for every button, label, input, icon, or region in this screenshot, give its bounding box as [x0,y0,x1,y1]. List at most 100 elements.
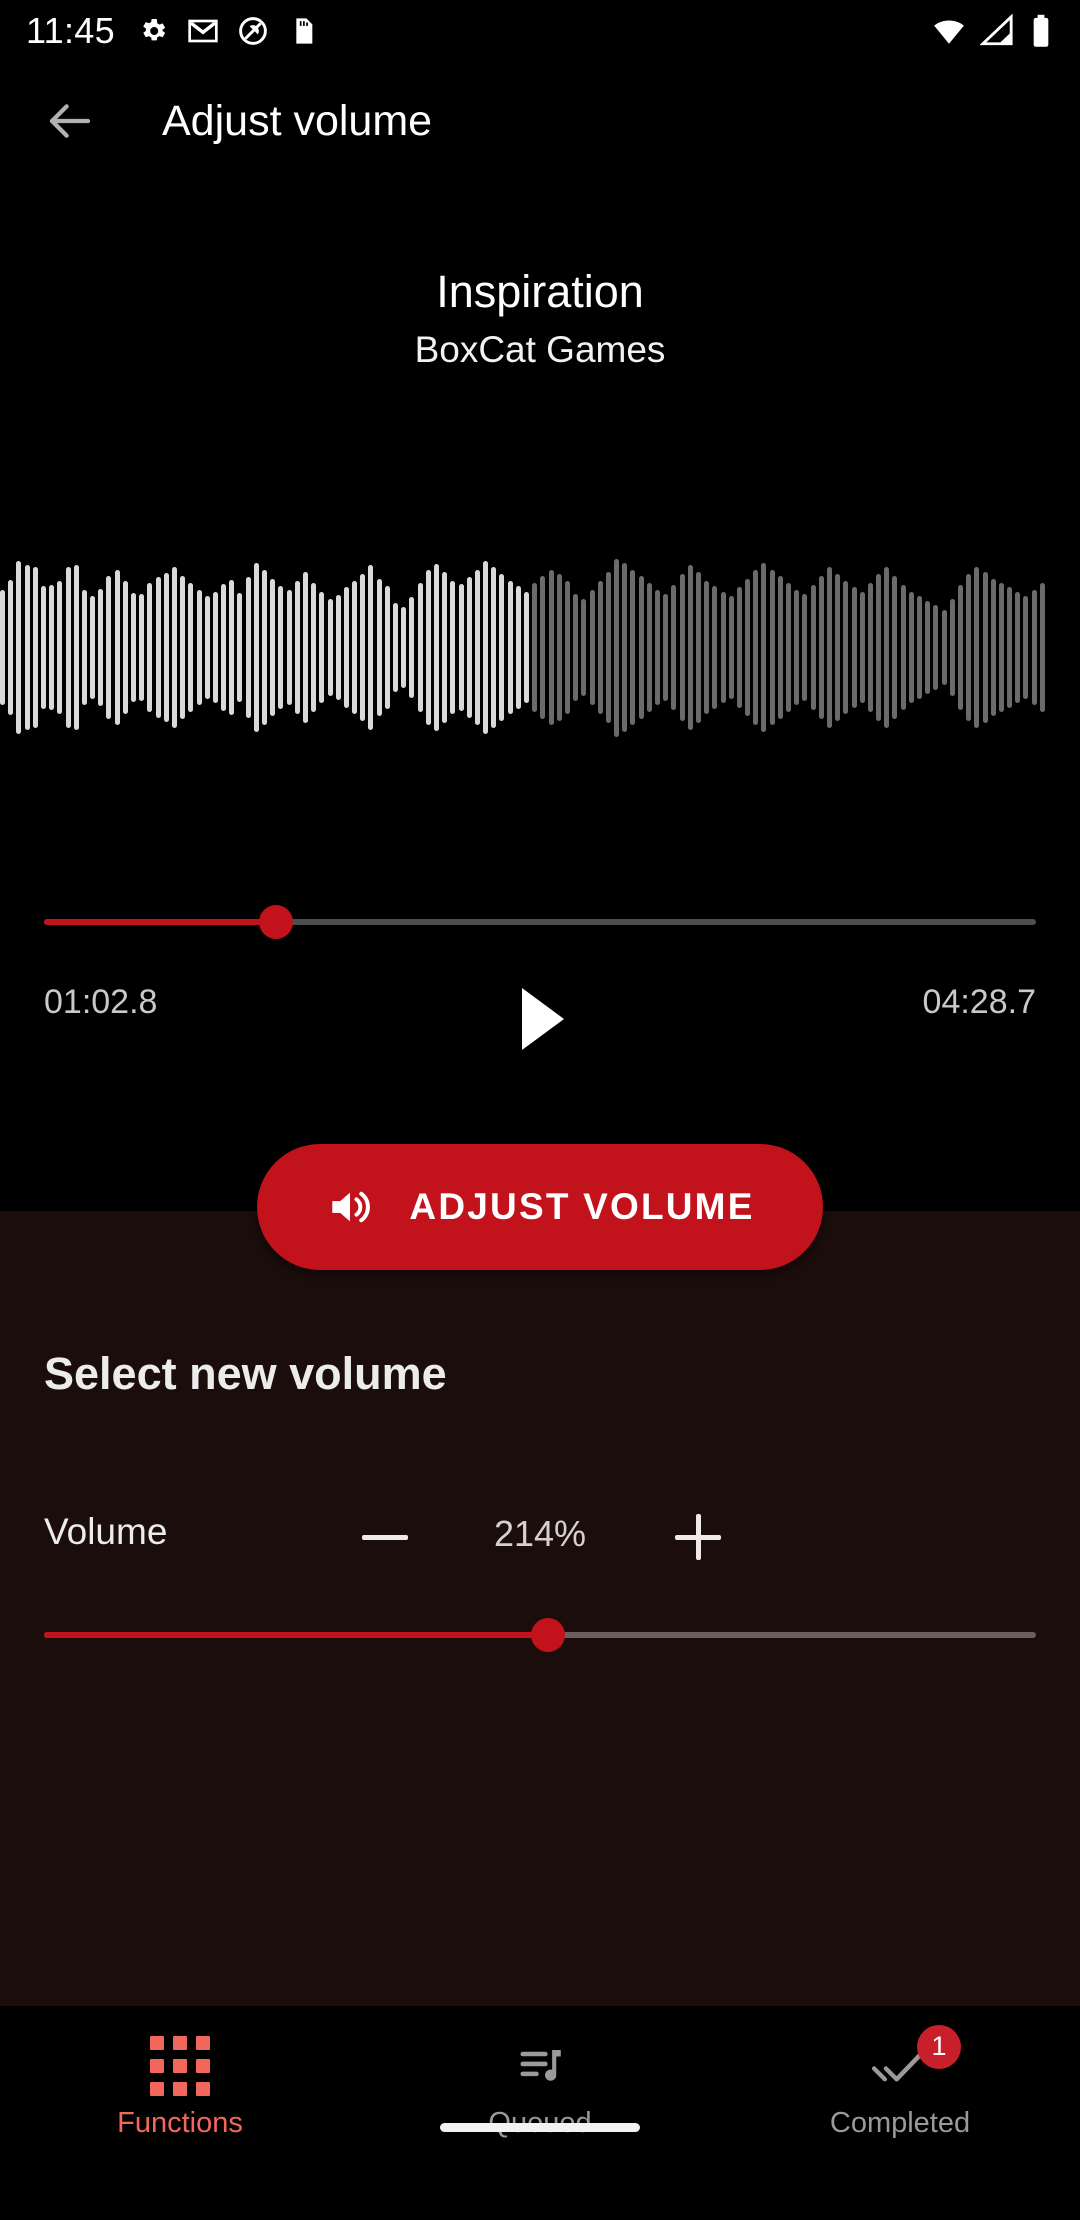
waveform-bar [581,598,587,697]
waveform-bar [810,585,816,710]
waveform-bar [524,591,529,704]
waveform-bar [745,578,751,717]
waveform-bar [40,586,46,709]
status-right-icons [932,14,1054,48]
nav-item-completed[interactable]: 1 Completed [720,2006,1080,2158]
waveform-bar [957,585,963,710]
waveform-bar [1039,582,1045,713]
waveform-bar [24,565,30,730]
nav-item-functions[interactable]: Functions [0,2006,360,2158]
waveform-bar [360,574,366,721]
waveform-bar [458,584,464,711]
seek-bar[interactable] [0,905,1080,939]
waveform-bar [687,565,693,730]
waveform-bar [941,609,947,686]
waveform-bar [327,598,333,697]
waveform-bar [769,569,775,726]
battery-icon [1033,14,1049,47]
waveform-bar [949,598,955,697]
play-button[interactable] [496,975,584,1063]
waveform-bar [278,586,284,709]
seek-thumb[interactable] [259,905,294,939]
waveform-bar [507,580,513,715]
waveform-bar [352,580,358,715]
volume-slider-fill [44,1632,548,1638]
adjust-volume-label: ADJUST VOLUME [409,1186,755,1227]
waveform-bar [171,567,177,728]
waveform-bar [90,596,96,699]
status-clock: 11:45 [26,10,115,51]
waveform-bar [655,589,660,706]
waveform-bar [229,579,235,716]
waveform-bar [286,589,292,706]
waveform-bar [761,562,767,733]
waveform-bar [474,569,480,726]
volume-slider[interactable] [0,1618,1080,1652]
waveform-bar [679,574,685,721]
waveform-bar [876,574,882,721]
volume-slider-thumb[interactable] [530,1618,565,1652]
current-time-label: 01:02.8 [44,983,158,1021]
track-info: Inspiration BoxCat Games [0,265,1080,372]
waveform-bar [8,579,14,716]
waveform-bar [433,564,439,731]
waveform-bar [671,585,677,710]
waveform-bar [49,585,55,710]
volume-increase-button[interactable] [656,1495,740,1579]
waveform-bar [720,591,726,704]
waveform-bar [204,596,210,699]
do-not-disturb-icon [239,17,267,45]
transport-controls: 01:02.8 04:28.7 [0,975,1080,1055]
waveform-bar [131,592,136,702]
waveform-bar [556,574,562,721]
app-bar: Adjust volume [0,62,1080,180]
adjust-volume-button[interactable]: ADJUST VOLUME [257,1144,823,1270]
waveform-bar [917,596,922,699]
waveform-bar [1031,589,1037,706]
waveform-bar [483,560,489,735]
waveform-bar [253,562,259,733]
waveform-bar [695,571,701,724]
section-title: Select new volume [44,1348,447,1399]
waveform-bar [180,576,186,719]
nav-label-functions: Functions [117,2106,243,2139]
completed-badge: 1 [917,2024,961,2069]
nav-item-queued[interactable]: Queued [360,2006,720,2158]
waveform-bar [622,562,628,733]
waveform-bar [548,569,554,726]
grid-icon [150,2035,210,2096]
waveform-bar [499,574,505,721]
functions-icon-wrap [150,2033,210,2099]
waveform-bar [515,586,521,709]
waveform-bar [442,571,448,724]
waveform-bar [851,587,857,708]
waveform-bar [966,574,972,721]
waveform-bar [98,588,104,707]
plus-icon [675,1514,721,1560]
waveform-bar [311,582,317,713]
waveform-bar [884,567,890,728]
gmail-icon [188,19,218,43]
waveform-bar [728,596,734,699]
total-time-label: 04:28.7 [922,983,1036,1021]
back-button[interactable] [22,73,118,169]
waveform-bar [614,558,620,737]
waveform-bar [0,589,5,706]
seek-fill [44,919,277,925]
waveform-bar [450,580,456,715]
waveform-bar [777,576,783,719]
waveform-bar [712,586,718,709]
waveform-bar [908,591,914,704]
waveform-bar [409,597,415,698]
volume-sheet [0,1211,1080,2006]
waveform-bar [245,577,251,718]
waveform-bar [867,582,873,713]
waveform-bar [319,591,325,704]
waveform-display[interactable] [0,555,1080,740]
volume-stepper-row: Volume 214% [0,1503,1080,1573]
waveform-bar [589,589,595,706]
waveform-bar [900,585,906,710]
waveform-bar [270,578,276,717]
waveform-bar [335,595,341,700]
track-title: Inspiration [436,266,644,317]
